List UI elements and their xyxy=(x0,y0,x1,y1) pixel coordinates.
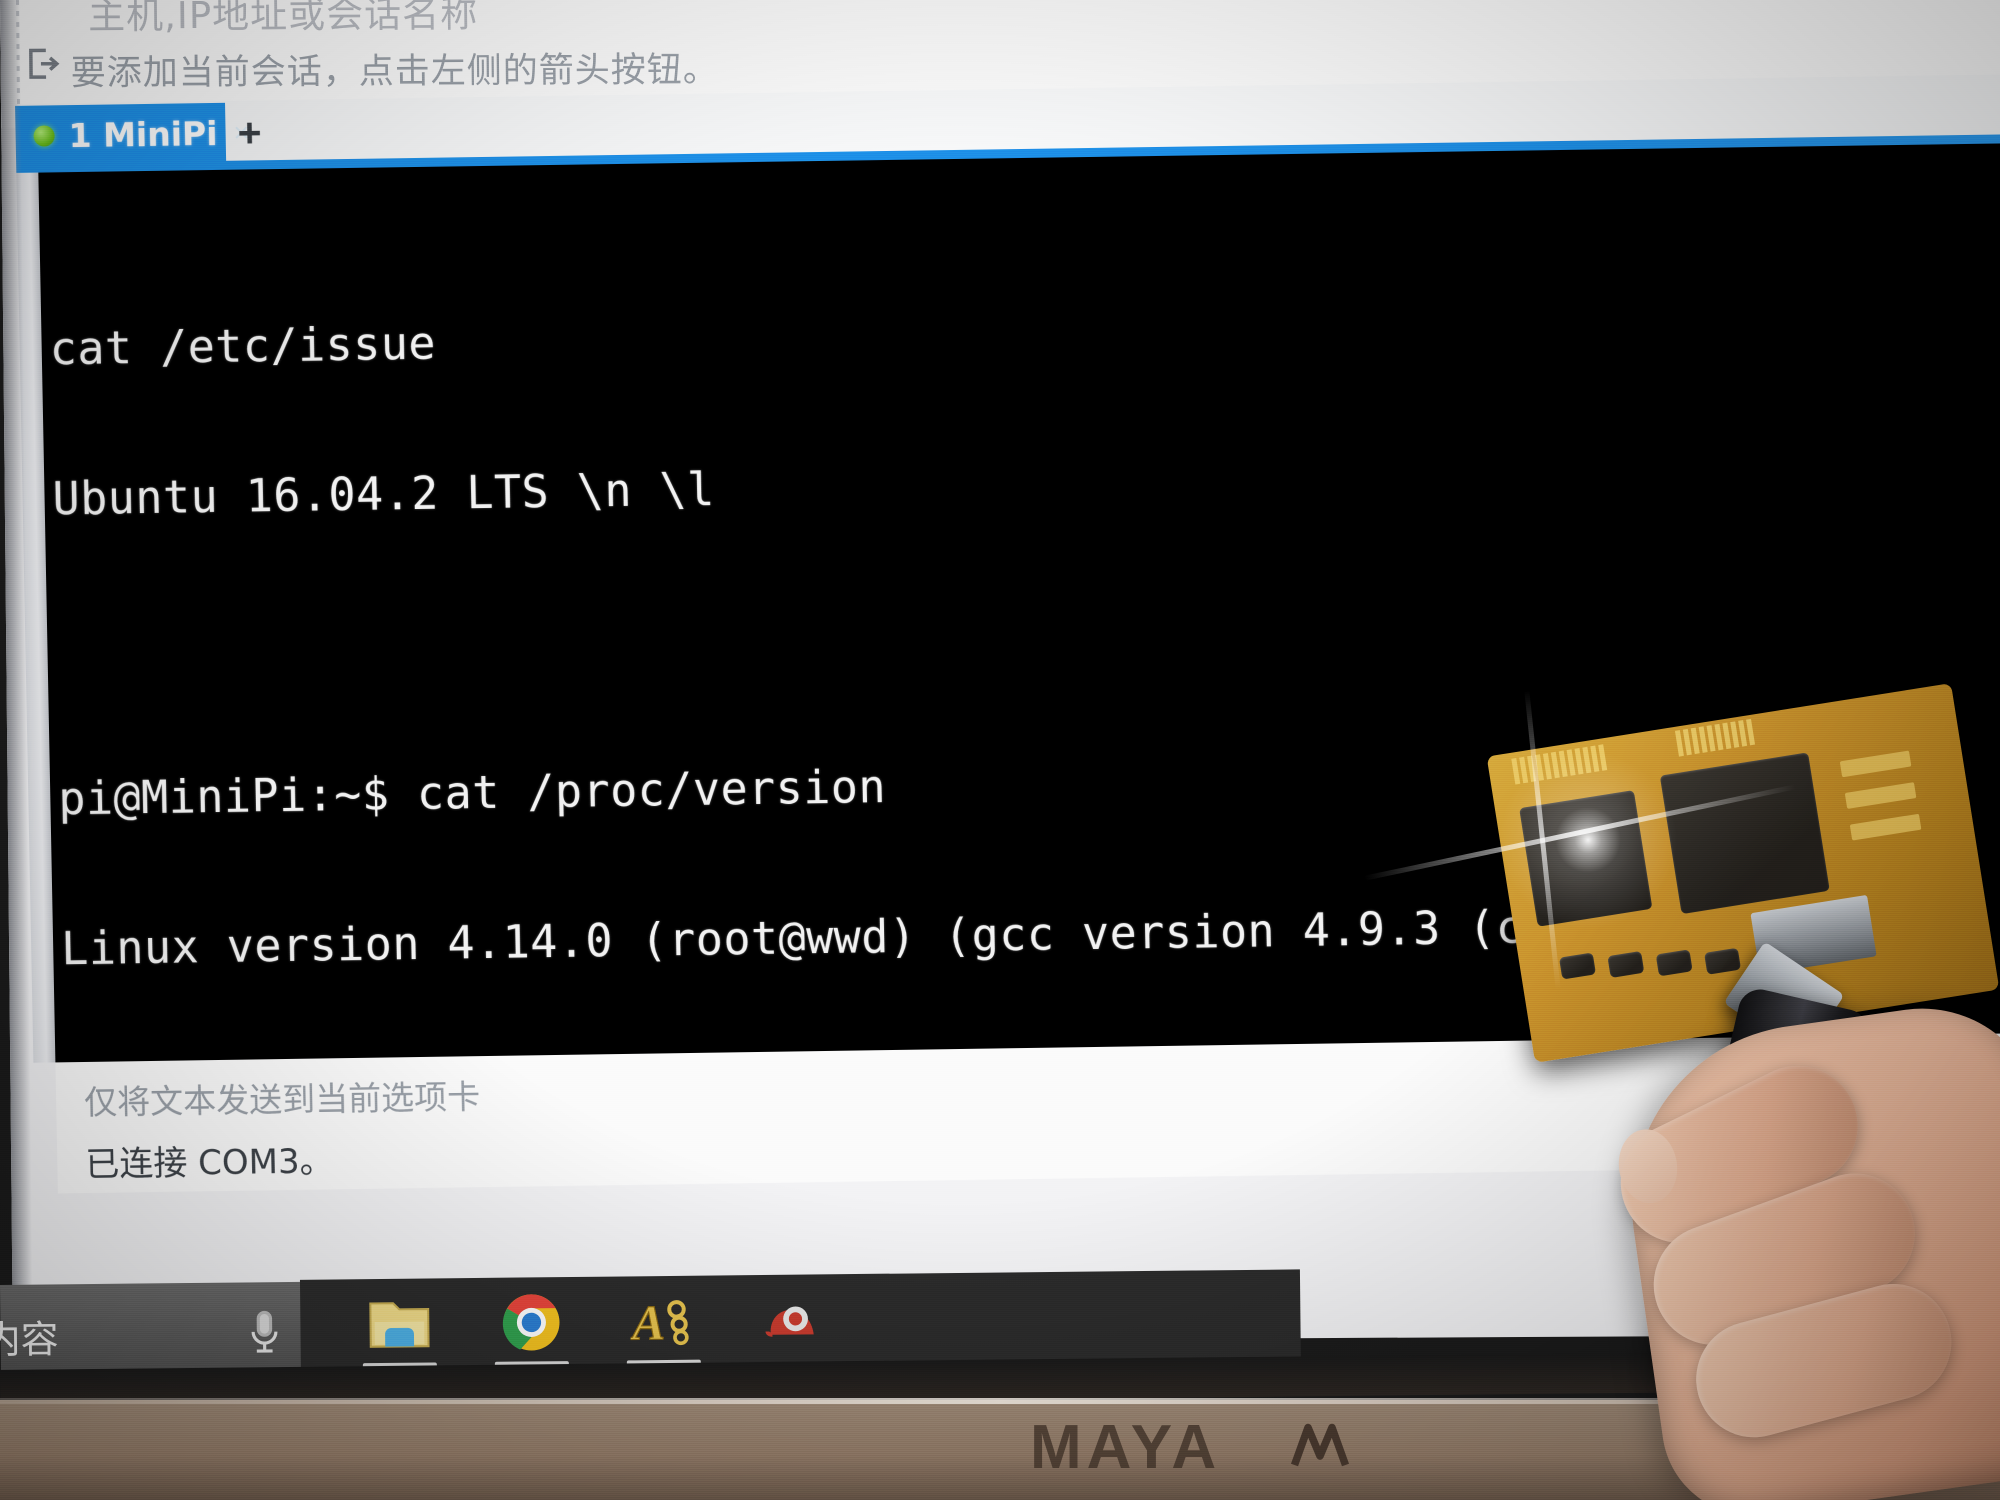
snail-app-icon xyxy=(762,1288,829,1351)
photo-scene: 主机,IP地址或会话名称 要添加当前会话，点击左侧的箭头按钮。 1 MiniPi… xyxy=(0,0,2000,1500)
taskbar-left-text: 内容 xyxy=(0,1317,59,1363)
taskbar-item-file-explorer[interactable] xyxy=(346,1288,453,1375)
terminal-tab-label: 1 MiniPi xyxy=(68,113,218,155)
connection-status: 已连接 COM3。 xyxy=(84,1141,335,1186)
new-tab-button[interactable]: + xyxy=(237,109,262,155)
terminal-line: cat /etc/issue xyxy=(49,316,437,376)
terminal-line: Ubuntu 16.04.2 LTS \n \l xyxy=(52,462,716,526)
taskbar-item-chrome[interactable] xyxy=(478,1287,585,1374)
dotted-divider xyxy=(15,0,21,110)
host-session-field-hint: 主机,IP地址或会话名称 xyxy=(87,0,479,38)
taskbar-item-app-a[interactable]: A xyxy=(610,1286,717,1373)
maya-logo-mark xyxy=(1290,1418,1350,1470)
host-add-session-hint: 要添加当前会话，点击左侧的箭头按钮。 xyxy=(70,50,719,94)
microphone-icon[interactable] xyxy=(243,1308,286,1362)
chrome-icon xyxy=(498,1291,565,1354)
send-text-hint: 仅将文本发送到当前选项卡 xyxy=(83,1077,481,1123)
terminal-tab-minipi[interactable]: 1 MiniPi × xyxy=(15,102,250,166)
laptop-brand-text: MAYA xyxy=(1030,1413,1222,1482)
file-explorer-icon xyxy=(366,1292,433,1355)
app-a-icon: A xyxy=(628,1290,697,1353)
green-status-dot xyxy=(33,124,55,147)
arrow-out-of-box-icon[interactable] xyxy=(22,44,62,84)
svg-text:A: A xyxy=(630,1295,665,1350)
taskbar-item-snail[interactable] xyxy=(742,1284,849,1371)
